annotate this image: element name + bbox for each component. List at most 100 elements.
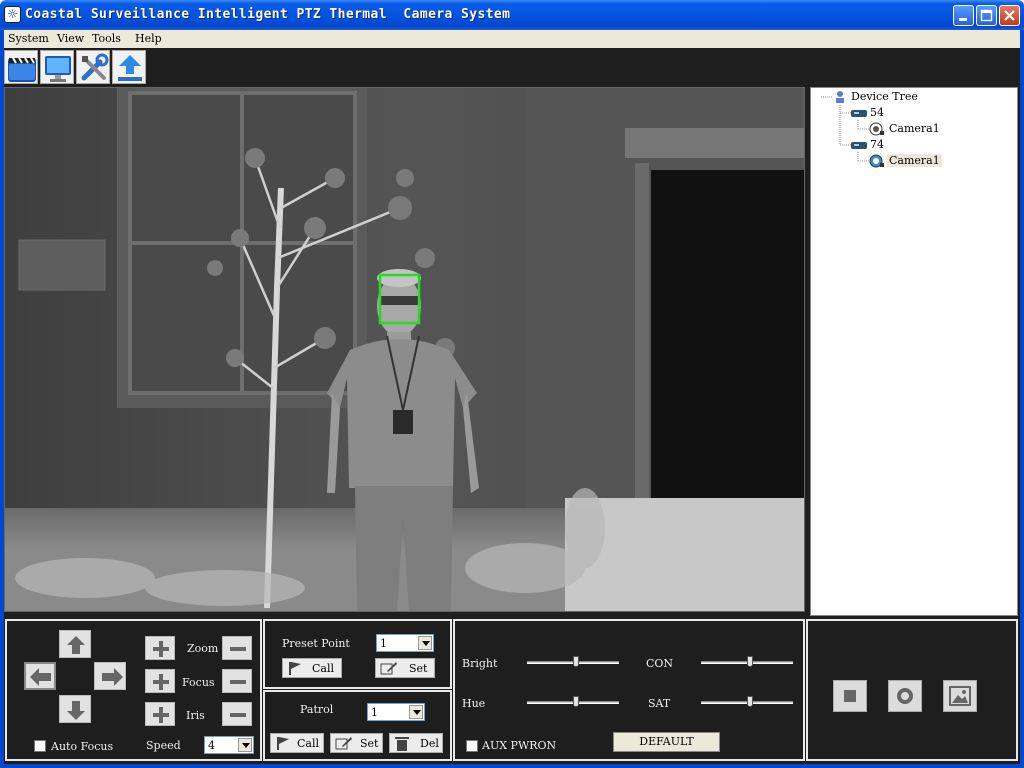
- arrow-left-icon: [30, 668, 51, 686]
- tree-camera-label-selected: Camera1: [887, 154, 942, 167]
- minus-icon: [230, 713, 246, 717]
- preset-value: 1: [380, 637, 387, 650]
- patrol-select[interactable]: 1: [367, 703, 425, 721]
- upgrade-button[interactable]: [112, 50, 146, 84]
- settings-button[interactable]: [76, 50, 110, 84]
- picture-icon: [949, 686, 971, 706]
- video-feed[interactable]: [4, 87, 805, 612]
- pan-up-button[interactable]: [59, 630, 91, 658]
- focus-near-button[interactable]: [145, 669, 175, 693]
- edit-icon: [335, 737, 352, 750]
- device-tree-panel: Device Tree 54 Camera1 74 Camera1: [810, 87, 1018, 616]
- tree-root[interactable]: Device Tree: [833, 90, 953, 105]
- minimize-icon: [959, 18, 967, 21]
- menu-tools[interactable]: Tools: [92, 32, 121, 45]
- chevron-down-icon[interactable]: [238, 738, 252, 752]
- menu-view[interactable]: View: [57, 32, 84, 45]
- record-button[interactable]: [888, 680, 922, 712]
- trash-icon: [395, 737, 409, 751]
- edit-icon: [380, 662, 397, 675]
- speed-label: Speed: [146, 739, 181, 752]
- default-button[interactable]: DEFAULT: [613, 732, 720, 752]
- speed-select[interactable]: 4: [204, 736, 254, 754]
- stop-button[interactable]: [833, 680, 867, 712]
- bright-slider[interactable]: [527, 655, 619, 669]
- zoom-in-button[interactable]: [145, 636, 175, 660]
- pan-down-button[interactable]: [59, 695, 91, 723]
- close-button[interactable]: [999, 5, 1020, 26]
- slider-thumb[interactable]: [573, 656, 579, 667]
- preset-set-button[interactable]: Set: [375, 658, 435, 678]
- plus-icon: [153, 707, 169, 723]
- app-logo-icon[interactable]: ☼: [4, 6, 21, 23]
- menu-help[interactable]: Help: [135, 32, 162, 45]
- tree-device-label: 74: [870, 138, 884, 151]
- preset-call-label: Call: [312, 662, 335, 675]
- patrol-set-button[interactable]: Set: [330, 733, 383, 753]
- arrow-down-icon: [67, 701, 85, 720]
- zoom-out-button[interactable]: [222, 636, 252, 660]
- aux-pwron-checkbox[interactable]: [466, 740, 478, 752]
- patrol-delete-button[interactable]: Del: [389, 733, 443, 753]
- patrol-label: Patrol: [300, 703, 334, 716]
- tree-device-label: 54: [870, 106, 884, 119]
- tree-device-54[interactable]: 54: [851, 106, 931, 121]
- chevron-down-icon[interactable]: [418, 636, 432, 650]
- slider-thumb[interactable]: [573, 696, 579, 707]
- sat-slider[interactable]: [701, 695, 793, 709]
- toolbar: [0, 48, 1024, 86]
- flag-icon: [289, 662, 301, 675]
- hue-slider[interactable]: [527, 695, 619, 709]
- speed-value: 4: [208, 739, 215, 752]
- minimize-button[interactable]: [953, 5, 974, 26]
- hue-label: Hue: [462, 697, 486, 710]
- tree-device-74[interactable]: 74: [851, 138, 931, 153]
- snapshot-button[interactable]: [943, 680, 977, 712]
- preset-select[interactable]: 1: [376, 634, 434, 652]
- bright-label: Bright: [462, 657, 498, 670]
- con-label: CON: [646, 657, 674, 670]
- stop-icon: [844, 690, 856, 702]
- iris-label: Iris: [186, 709, 205, 722]
- iris-open-button[interactable]: [145, 702, 175, 726]
- maximize-button[interactable]: [976, 5, 997, 26]
- focus-far-button[interactable]: [222, 669, 252, 693]
- slider-thumb[interactable]: [747, 656, 753, 667]
- auto-focus-checkbox[interactable]: [34, 740, 46, 752]
- monitor-icon: [45, 56, 71, 82]
- preset-call-button[interactable]: Call: [282, 658, 342, 678]
- preview-button[interactable]: [4, 50, 38, 84]
- slider-thumb[interactable]: [747, 696, 753, 707]
- arrow-up-icon: [67, 636, 85, 654]
- camera-icon: [869, 122, 884, 136]
- title-bar[interactable]: ☼ Coastal Surveillance Intelligent PTZ T…: [0, 0, 1024, 30]
- display-button[interactable]: [40, 50, 74, 84]
- preset-set-label: Set: [409, 662, 428, 675]
- focus-label: Focus: [182, 676, 215, 689]
- tools-icon: [81, 53, 109, 81]
- plus-icon: [153, 674, 169, 690]
- patrol-call-button[interactable]: Call: [270, 733, 324, 753]
- maximize-icon: [980, 9, 993, 22]
- close-icon: [1004, 10, 1015, 21]
- chevron-down-icon[interactable]: [409, 705, 423, 719]
- preset-panel: [263, 619, 452, 689]
- patrol-value: 1: [371, 706, 378, 719]
- pan-left-button[interactable]: [24, 662, 56, 690]
- iris-close-button[interactable]: [222, 702, 252, 726]
- menu-system[interactable]: System: [8, 32, 49, 45]
- camera-active-icon: [869, 154, 884, 168]
- thermal-video-image: [5, 88, 804, 611]
- auto-focus-label: Auto Focus: [51, 740, 114, 753]
- minus-icon: [230, 680, 246, 684]
- window-title: Coastal Surveillance Intelligent PTZ The…: [25, 7, 511, 22]
- con-slider[interactable]: [701, 655, 793, 669]
- zoom-label: Zoom: [187, 642, 219, 655]
- patrol-set-label: Set: [360, 737, 379, 750]
- pan-right-button[interactable]: [94, 662, 126, 690]
- aux-pwron-label: AUX PWRON: [482, 739, 557, 752]
- minus-icon: [230, 647, 246, 651]
- tree-camera-74-1[interactable]: Camera1: [869, 154, 959, 169]
- tree-camera-54-1[interactable]: Camera1: [869, 122, 959, 137]
- dvr-icon: [851, 142, 867, 149]
